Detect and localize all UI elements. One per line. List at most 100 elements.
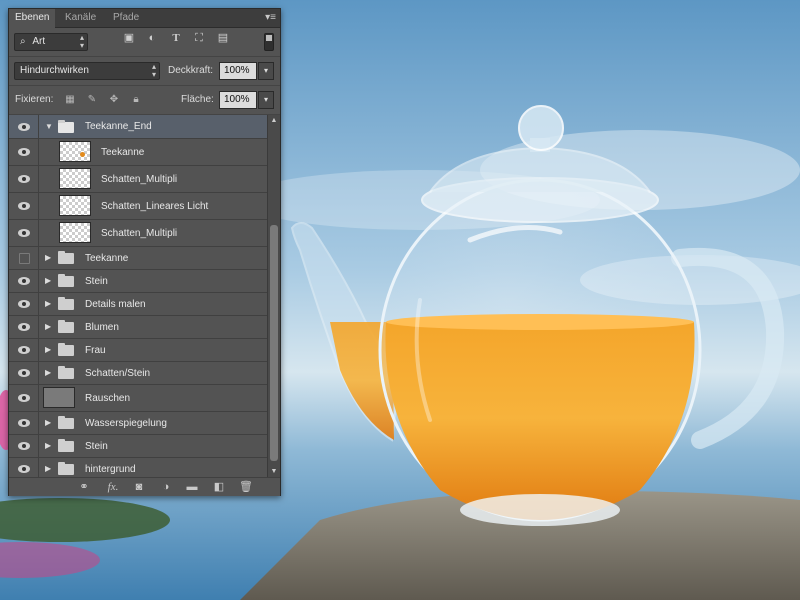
folder-icon (58, 416, 74, 429)
expand-triangle-icon[interactable]: ▶ (45, 418, 51, 428)
expand-triangle-icon[interactable]: ▶ (45, 299, 51, 309)
layer-name: Frau (85, 344, 106, 356)
visibility-eye-icon[interactable] (9, 166, 39, 192)
layer-name: Blumen (85, 321, 119, 333)
visibility-eye-icon[interactable] (9, 115, 39, 138)
layer-row-schatten-multipli[interactable]: Schatten_Multipli (9, 166, 267, 193)
dropdown-arrows-icon: ▴ ▾ (79, 33, 84, 50)
visibility-eye-icon[interactable] (9, 193, 39, 219)
layer-thumbnail (59, 168, 91, 189)
layer-row-group-stein[interactable]: ▶ Stein (9, 270, 267, 293)
visibility-eye-icon[interactable] (9, 220, 39, 246)
lock-label: Fixieren: (15, 94, 54, 105)
layer-list-scrollbar[interactable]: ▲ ▼ (267, 115, 280, 477)
visibility-eye-icon[interactable] (9, 139, 39, 165)
opacity-input[interactable]: 100% (219, 62, 257, 80)
layer-thumbnail (59, 141, 91, 162)
trash-icon[interactable]: 🗑︎ (237, 480, 255, 494)
link-icon[interactable]: ⚭ (75, 480, 93, 494)
layer-name: Details malen (85, 298, 146, 310)
new-layer-icon[interactable]: ◧ (210, 480, 228, 494)
visibility-eye-icon[interactable] (9, 435, 39, 457)
lock-row: Fixieren: ▦ ✎ ✥ 🔒︎ Fläche: 100% ▾ (9, 86, 280, 115)
layer-name: Schatten_Lineares Licht (101, 200, 209, 212)
layers-panel: Ebenen Kanäle Pfade ▾≡ ⌕ Art ▴ ▾ ▣ ◐ T ⛶ … (8, 8, 281, 496)
filter-toggle-switch[interactable] (264, 33, 274, 51)
layer-name: Schatten_Multipli (101, 227, 178, 239)
folder-icon (58, 343, 74, 356)
lock-position-icon[interactable]: ✥ (108, 94, 120, 106)
new-group-icon[interactable]: ▬ (183, 480, 201, 494)
shape-filter-icon[interactable]: ⛶ (192, 32, 206, 44)
fill-input[interactable]: 100% (219, 91, 257, 109)
folder-icon (58, 439, 74, 452)
lock-all-icon[interactable]: 🔒︎ (130, 94, 142, 106)
layer-name: Teekanne_End (85, 121, 152, 132)
search-icon: ⌕ (20, 36, 29, 47)
folder-icon (58, 320, 74, 333)
fx-icon[interactable]: fx. (104, 480, 122, 494)
scroll-thumb[interactable] (270, 225, 278, 461)
dropdown-arrows-icon: ▴ ▾ (151, 62, 156, 79)
layer-list: ▼ Teekanne_End Teekanne Schatten_Multipl… (9, 115, 267, 477)
pixel-filter-icon[interactable]: ▣ (122, 32, 136, 44)
layer-row-group-blumen[interactable]: ▶ Blumen (9, 316, 267, 339)
visibility-eye-icon[interactable] (9, 412, 39, 434)
visibility-eye-icon[interactable] (9, 339, 39, 361)
scroll-down-arrow-icon[interactable]: ▼ (268, 468, 280, 475)
filter-type-value: Art (32, 36, 46, 47)
scroll-up-arrow-icon[interactable]: ▲ (268, 117, 280, 124)
panel-menu-icon[interactable]: ▾≡ (265, 11, 276, 25)
layer-thumbnail (43, 387, 75, 408)
expand-triangle-icon[interactable]: ▼ (45, 122, 53, 132)
layer-row-group-teekanne-end[interactable]: ▼ Teekanne_End (9, 115, 267, 139)
layer-row-rauschen[interactable]: Rauschen (9, 385, 267, 412)
opacity-dropdown-arrow[interactable]: ▾ (258, 62, 274, 80)
expand-triangle-icon[interactable]: ▶ (45, 464, 51, 474)
layer-row-group-stein-2[interactable]: ▶ Stein (9, 435, 267, 458)
expand-triangle-icon[interactable]: ▶ (45, 345, 51, 355)
lock-transparent-pixels-icon[interactable]: ▦ (64, 94, 76, 106)
lock-image-pixels-icon[interactable]: ✎ (86, 94, 98, 106)
adjustment-filter-icon[interactable]: ◐ (145, 32, 159, 44)
filter-row: ⌕ Art ▴ ▾ ▣ ◐ T ⛶ ▤ (9, 28, 280, 57)
folder-icon (58, 366, 74, 379)
smart-object-filter-icon[interactable]: ▤ (216, 32, 230, 44)
layer-row-schatten-lineares-licht[interactable]: Schatten_Lineares Licht (9, 193, 267, 220)
blend-mode-dropdown[interactable]: Hindurchwirken ▴ ▾ (14, 62, 160, 80)
mask-icon[interactable]: ◙ (130, 480, 148, 494)
layer-row-group-hintergrund[interactable]: ▶ hintergrund (9, 458, 267, 477)
visibility-eye-icon[interactable] (9, 316, 39, 338)
tab-ebenen[interactable]: Ebenen (9, 9, 56, 28)
visibility-eye-icon[interactable] (9, 362, 39, 384)
visibility-eye-icon[interactable] (9, 385, 39, 411)
layer-row-group-schatten-stein[interactable]: ▶ Schatten/Stein (9, 362, 267, 385)
expand-triangle-icon[interactable]: ▶ (45, 276, 51, 286)
type-filter-icon[interactable]: T (169, 32, 183, 44)
adjustment-icon[interactable]: ◑ (157, 480, 175, 494)
visibility-eye-icon[interactable] (9, 293, 39, 315)
filter-type-dropdown[interactable]: ⌕ Art ▴ ▾ (14, 33, 88, 51)
fill-label: Fläche: (181, 94, 214, 105)
expand-triangle-icon[interactable]: ▶ (45, 253, 51, 263)
blend-mode-value: Hindurchwirken (20, 65, 89, 76)
layer-row-group-teekanne[interactable]: ▶ Teekanne (9, 247, 267, 270)
layer-row-group-details-malen[interactable]: ▶ Details malen (9, 293, 267, 316)
folder-icon (58, 251, 74, 264)
visibility-box-icon[interactable] (9, 247, 39, 269)
fill-dropdown-arrow[interactable]: ▾ (258, 91, 274, 109)
layer-name: Stein (85, 440, 108, 452)
panel-footer: ⚭ fx. ◙ ◑ ▬ ◧ 🗑︎ (9, 477, 280, 496)
visibility-eye-icon[interactable] (9, 270, 39, 292)
layer-row-group-wasserspiegelung[interactable]: ▶ Wasserspiegelung (9, 412, 267, 435)
tab-kanaele[interactable]: Kanäle (59, 9, 102, 27)
tab-pfade[interactable]: Pfade (107, 9, 145, 27)
expand-triangle-icon[interactable]: ▶ (45, 441, 51, 451)
layer-row-group-frau[interactable]: ▶ Frau (9, 339, 267, 362)
layer-row-teekanne[interactable]: Teekanne (9, 139, 267, 166)
expand-triangle-icon[interactable]: ▶ (45, 322, 51, 332)
visibility-eye-icon[interactable] (9, 458, 39, 477)
layer-row-schatten-multipli-2[interactable]: Schatten_Multipli (9, 220, 267, 247)
expand-triangle-icon[interactable]: ▶ (45, 368, 51, 378)
layer-name: Schatten_Multipli (101, 173, 178, 185)
